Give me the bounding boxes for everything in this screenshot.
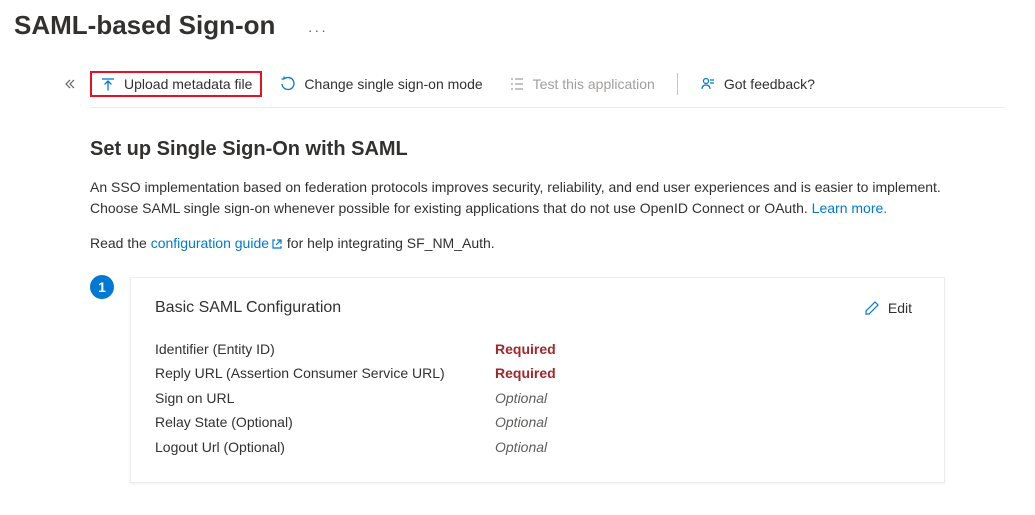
toolbar-divider xyxy=(677,73,678,95)
card-title: Basic SAML Configuration xyxy=(155,299,341,317)
config-table: Identifier (Entity ID) Required Reply UR… xyxy=(155,338,920,458)
config-value: Required xyxy=(495,338,556,360)
section-description: An SSO implementation based on federatio… xyxy=(90,177,950,219)
config-label: Relay State (Optional) xyxy=(155,411,495,433)
config-row: Identifier (Entity ID) Required xyxy=(155,338,920,360)
feedback-label: Got feedback? xyxy=(724,76,815,92)
edit-button[interactable]: Edit xyxy=(856,296,920,320)
upload-metadata-label: Upload metadata file xyxy=(124,76,252,92)
edit-label: Edit xyxy=(888,300,912,316)
more-actions-icon[interactable]: ··· xyxy=(308,22,328,38)
config-value: Optional xyxy=(495,387,547,409)
config-row: Relay State (Optional) Optional xyxy=(155,411,920,433)
config-guide-link[interactable]: configuration guide xyxy=(151,235,283,251)
divider xyxy=(90,107,1005,108)
undo-icon xyxy=(280,76,296,92)
config-value: Optional xyxy=(495,411,547,433)
config-label: Sign on URL xyxy=(155,387,495,409)
guide-line: Read the configuration guide for help in… xyxy=(90,235,1005,253)
config-value: Optional xyxy=(495,436,547,458)
guide-prefix: Read the xyxy=(90,235,151,251)
config-row: Logout Url (Optional) Optional xyxy=(155,436,920,458)
config-value: Required xyxy=(495,362,556,384)
upload-icon xyxy=(100,76,116,92)
config-row: Sign on URL Optional xyxy=(155,387,920,409)
external-link-icon xyxy=(271,237,283,253)
toolbar: Upload metadata file Change single sign-… xyxy=(90,71,1005,107)
config-row: Reply URL (Assertion Consumer Service UR… xyxy=(155,362,920,384)
step-badge: 1 xyxy=(90,275,114,299)
config-label: Reply URL (Assertion Consumer Service UR… xyxy=(155,362,495,384)
section-title: Set up Single Sign-On with SAML xyxy=(90,138,1005,161)
learn-more-link[interactable]: Learn more. xyxy=(812,200,887,216)
upload-metadata-button[interactable]: Upload metadata file xyxy=(90,71,262,97)
edit-icon xyxy=(864,300,880,316)
change-mode-button[interactable]: Change single sign-on mode xyxy=(272,72,490,96)
basic-saml-card: Basic SAML Configuration Edit Identifier… xyxy=(130,277,945,483)
guide-suffix: for help integrating SF_NM_Auth. xyxy=(283,235,495,251)
checklist-icon xyxy=(509,76,525,92)
collapse-icon[interactable] xyxy=(64,77,76,483)
feedback-icon xyxy=(700,76,716,92)
change-mode-label: Change single sign-on mode xyxy=(304,76,482,92)
test-application-label: Test this application xyxy=(533,76,655,92)
config-label: Identifier (Entity ID) xyxy=(155,338,495,360)
page-title: SAML-based Sign-on xyxy=(14,10,275,41)
feedback-button[interactable]: Got feedback? xyxy=(692,72,823,96)
test-application-button: Test this application xyxy=(501,72,663,96)
config-label: Logout Url (Optional) xyxy=(155,436,495,458)
